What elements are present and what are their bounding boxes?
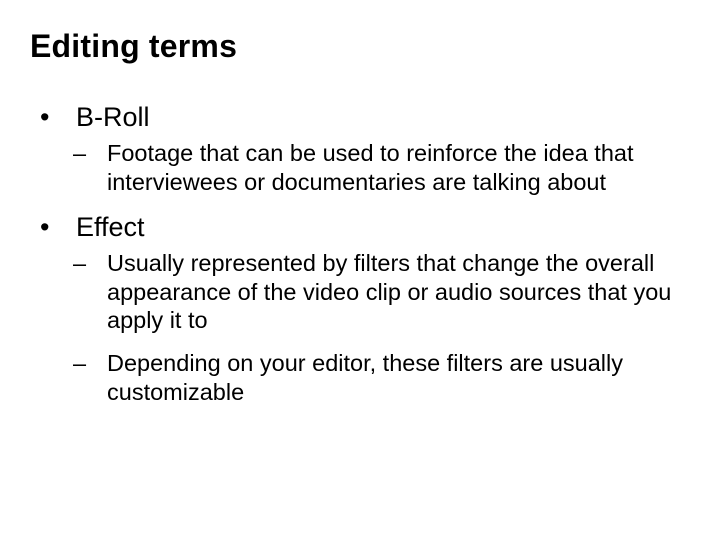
slide: Editing terms •B-Roll –Footage that can … bbox=[0, 0, 720, 540]
list-item: –Depending on your editor, these filters… bbox=[90, 349, 687, 406]
term-label: B-Roll bbox=[76, 102, 150, 132]
bullet-icon: • bbox=[58, 211, 76, 243]
sub-text: Depending on your editor, these filters … bbox=[107, 350, 623, 405]
list-item: –Usually represented by filters that cha… bbox=[90, 249, 687, 335]
term-label: Effect bbox=[76, 212, 145, 242]
slide-title: Editing terms bbox=[30, 28, 690, 65]
dash-icon: – bbox=[90, 349, 107, 378]
dash-icon: – bbox=[90, 249, 107, 278]
bullet-icon: • bbox=[58, 101, 76, 133]
list-item: •Effect bbox=[58, 211, 690, 243]
list-item: •B-Roll bbox=[58, 101, 690, 133]
sub-text: Usually represented by filters that chan… bbox=[107, 250, 671, 333]
list-item: –Footage that can be used to reinforce t… bbox=[90, 139, 687, 196]
dash-icon: – bbox=[90, 139, 107, 168]
sub-text: Footage that can be used to reinforce th… bbox=[107, 140, 634, 195]
